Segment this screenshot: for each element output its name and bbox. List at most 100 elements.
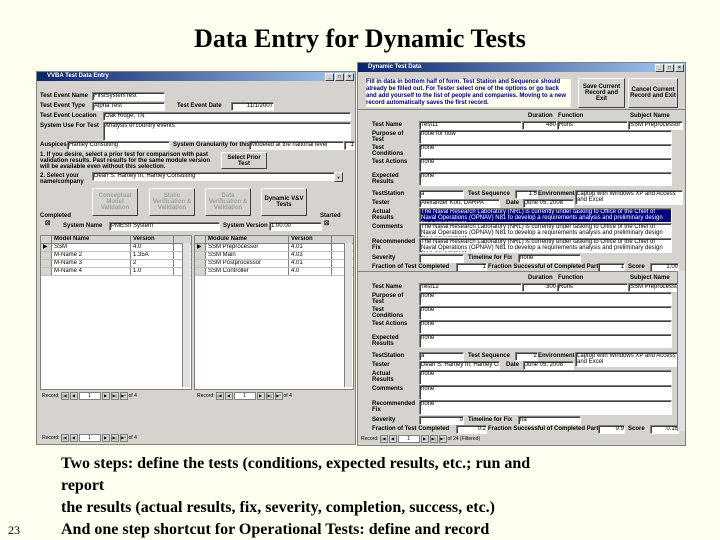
system-use-field[interactable]: Analysis of country events [103,122,351,141]
test-name-field[interactable]: Test12 [419,283,522,292]
test-station-dropdown[interactable]: a [419,190,464,199]
table-row[interactable]: SSM Main 4.03 [195,252,353,260]
table-cell[interactable]: M-Name 4 [52,268,131,275]
prev-record-icon[interactable]: ◀ [69,434,78,442]
actual-results-field[interactable]: none [419,370,672,385]
table-cell[interactable]: 4.0 [289,268,332,275]
table-row[interactable]: ▶ SSM 4.0 [41,244,191,252]
table-cell[interactable]: 1.0 [131,268,174,275]
minimize-icon[interactable]: _ [655,64,664,72]
new-record-icon[interactable]: ▶* [274,392,283,400]
comments-field[interactable]: none [419,385,672,400]
subject-field[interactable]: SSM Preprocessor [628,283,683,292]
maximize-icon[interactable]: □ [335,73,344,81]
new-record-icon[interactable]: ▶* [438,435,447,443]
table-row[interactable]: M-Name 4 1.0 [41,268,191,276]
next-record-icon[interactable]: ▶ [256,392,265,400]
auspices-field[interactable]: Hartley Consulting [67,141,170,150]
record-number-field[interactable]: 1 [78,392,101,400]
table-cell[interactable]: SSM Main [206,252,289,259]
name-company-dropdown[interactable]: Dean S. Hartley III, Hartley Consulting [92,172,335,181]
system-name-field[interactable]: PMESII System [109,222,220,231]
function-field[interactable]: Runs [557,121,628,130]
prev-record-icon[interactable]: ◀ [224,392,233,400]
test-event-type-field[interactable]: Alpha Test [92,102,165,111]
subject-field[interactable]: SSM Preprocessor [628,121,683,130]
conceptual-model-validation-button[interactable]: Conceptual Model Validation [92,188,138,216]
new-record-icon[interactable]: ▶* [119,434,128,442]
last-record-icon[interactable]: ▶| [265,392,274,400]
recommended-fix-field[interactable]: none [419,400,672,415]
table-cell[interactable]: 4.01 [289,260,332,267]
function-field[interactable]: Runs [557,283,628,292]
recommended-fix-field[interactable]: The Naval Research Laboratory (NRL) is c… [419,238,672,253]
table-cell[interactable]: SSM Controller [206,268,289,275]
close-icon[interactable]: × [675,64,684,72]
first-record-icon[interactable]: |◀ [215,392,224,400]
prev-record-icon[interactable]: ◀ [69,392,78,400]
table-cell[interactable]: SSM Preprocessor [206,244,289,251]
dynamic-vv-tests-button[interactable]: Dynamic V&V Tests [261,188,307,216]
table-row[interactable]: SSM Controller 4.0 [195,268,353,276]
table-cell[interactable]: SSM [52,244,131,251]
data-vv-button[interactable]: Data Verification & Validation [205,188,251,216]
table-cell[interactable]: SSM Postprocessor [206,260,289,267]
severity-field[interactable]: 0 [419,416,464,425]
next-record-icon[interactable]: ▶ [101,434,110,442]
new-record-icon[interactable]: ▶* [119,392,128,400]
last-record-icon[interactable]: ▶| [110,392,119,400]
test-event-name-field[interactable]: FirstSystemTest [92,92,165,101]
system-version-field[interactable]: 1.00.00 [269,222,322,231]
comments-field[interactable]: The Naval Research Laboratory (NRL) is c… [419,223,672,238]
table-row[interactable]: SSM Postprocessor 4.01 [195,260,353,268]
table-row[interactable]: ▶ SSM Preprocessor 4.01 [195,244,353,252]
close-icon[interactable]: × [345,73,354,81]
conditions-field[interactable]: none [419,144,672,158]
actual-results-field[interactable]: The Naval Research Laboratory (NRL) is c… [419,208,672,223]
expected-field[interactable]: none [419,172,672,186]
date-field[interactable]: June 05, 2008 [523,361,574,370]
environment-field[interactable]: Laptop with Windows XP and Access and Ex… [575,352,683,367]
table-row[interactable]: M-Name 2 1.35A [41,252,191,260]
record-number-field[interactable]: 1 [233,392,256,400]
table-cell[interactable]: 2 [131,260,174,267]
name-company-dropdown-arrow[interactable]: ▼ [334,172,343,182]
table-row[interactable]: M-Name 32 [41,260,191,268]
fraction-success-field[interactable]: 0.9 [598,425,625,434]
fraction-completed-field[interactable]: 0.2 [456,425,487,434]
record-number-field[interactable]: 1 [397,435,420,443]
next-record-icon[interactable]: ▶ [101,392,110,400]
started-checkbox[interactable]: ☒ [324,220,329,227]
test-station-dropdown[interactable]: a [419,352,464,361]
record-scrollbar[interactable] [677,271,685,431]
first-record-icon[interactable]: |◀ [379,435,388,443]
test-sequence-field[interactable]: 2 [515,352,538,361]
maximize-icon[interactable]: □ [665,64,674,72]
purpose-field[interactable]: none [419,292,672,306]
timeline-field[interactable]: none [518,254,581,263]
module-grid-scrollbar[interactable] [344,243,352,387]
timeline-field[interactable]: na [518,416,581,425]
purpose-field[interactable]: none for now [419,130,672,144]
score-field[interactable]: 0.18 [650,425,679,434]
minimize-icon[interactable]: _ [325,73,334,81]
date-field[interactable]: June 05, 2008 [523,199,574,208]
table-cell[interactable]: 4.03 [289,252,332,259]
expected-field[interactable]: none [419,334,672,348]
test-event-location-field[interactable]: Oak Ridge, TN [103,112,351,121]
first-record-icon[interactable]: |◀ [60,392,69,400]
tester-dropdown[interactable]: Dean S. Hartley III, Hartley Consultin [419,361,500,370]
last-record-icon[interactable]: ▶| [110,434,119,442]
table-cell[interactable]: 4.0 [131,244,174,251]
table-cell[interactable]: 1.35A [131,252,174,259]
test-event-date-field[interactable]: 11/1/2007 [231,102,274,111]
next-record-icon[interactable]: ▶ [420,435,429,443]
save-record-exit-button[interactable]: Save Current Record and Exit [578,78,625,108]
duration-field[interactable]: 480 [522,121,557,130]
actions-field[interactable]: none [419,158,672,172]
cancel-record-exit-button[interactable]: Cancel Current Record and Exit [628,78,678,108]
select-prior-test-button[interactable]: Select Prior Test [221,152,267,169]
static-vv-button[interactable]: Static Verification & Validation [149,188,195,216]
table-cell[interactable]: M-Name 3 [52,260,131,267]
table-cell[interactable]: 4.01 [289,244,332,251]
